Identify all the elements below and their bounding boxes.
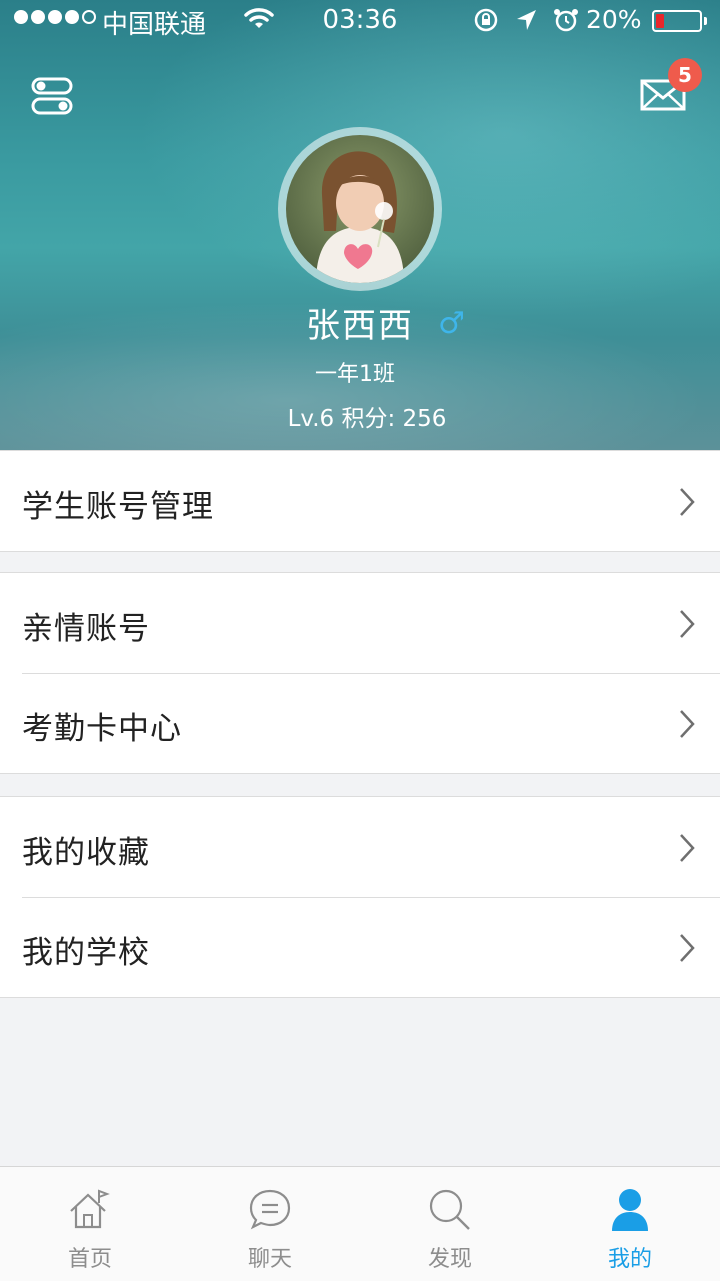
avatar-button[interactable] (278, 127, 442, 291)
menu-item-label: 亲情账号 (22, 611, 150, 647)
menu-item-my-school[interactable]: 我的学校 (0, 897, 720, 997)
menu-item-label: 学生账号管理 (22, 489, 214, 525)
battery-percent: 20% (586, 5, 642, 34)
tab-label: 我的 (607, 1247, 652, 1272)
menu-item-family-account[interactable]: 亲情账号 (0, 573, 720, 673)
menu-item-attendance-card[interactable]: 考勤卡中心 (0, 673, 720, 773)
menu-item-student-account[interactable]: 学生账号管理 (0, 451, 720, 551)
battery-tip (704, 17, 707, 25)
chevron-right-icon (680, 710, 695, 738)
menu-group-family: 亲情账号 考勤卡中心 (0, 572, 720, 774)
status-indicators (472, 6, 580, 40)
chat-icon (249, 1189, 291, 1230)
person-icon (612, 1189, 648, 1231)
rotation-lock-icon (472, 6, 500, 40)
location-arrow-icon (514, 6, 538, 40)
tab-discover[interactable]: 发现 (360, 1167, 540, 1281)
user-class: 一年1班 (315, 362, 395, 387)
alarm-icon (552, 6, 580, 40)
menu-item-favorites[interactable]: 我的收藏 (0, 797, 720, 897)
tab-chat[interactable]: 聊天 (180, 1167, 360, 1281)
toggle-icon (31, 77, 73, 115)
menu-item-label: 我的学校 (22, 935, 150, 971)
male-gender-icon: ♂ (438, 306, 465, 341)
battery-icon (652, 10, 702, 32)
chevron-right-icon (680, 934, 695, 962)
chevron-right-icon (680, 834, 695, 862)
chevron-right-icon (680, 610, 695, 638)
chevron-right-icon (680, 488, 695, 516)
menu-item-label: 我的收藏 (22, 835, 150, 871)
settings-toggle-button[interactable] (30, 76, 76, 116)
tab-me[interactable]: 我的 (540, 1167, 720, 1281)
tab-label: 发现 (427, 1247, 472, 1272)
user-name-row: 张西西 (0, 298, 720, 347)
user-name: 张西西 (306, 306, 414, 346)
profile-header: 中国联通 03:36 20% 5 张西西 ♂ 一年1班 Lv.6 积分: 256 (0, 0, 720, 450)
menu-group-personal: 我的收藏 我的学校 (0, 796, 720, 998)
search-icon (429, 1189, 470, 1230)
tab-home[interactable]: 首页 (0, 1167, 180, 1281)
menu-item-label: 考勤卡中心 (22, 711, 182, 747)
tab-bar: 首页 聊天 发现 我的 (0, 1166, 720, 1281)
battery-level (656, 14, 664, 28)
menu-group-account: 学生账号管理 (0, 450, 720, 552)
tab-label: 聊天 (247, 1247, 292, 1272)
unread-badge: 5 (668, 58, 702, 92)
home-icon (70, 1189, 110, 1229)
status-bar: 中国联通 03:36 20% (0, 0, 720, 40)
avatar (286, 135, 434, 283)
tab-label: 首页 (67, 1247, 112, 1272)
user-level-points: Lv.6 积分: 256 (287, 406, 447, 432)
